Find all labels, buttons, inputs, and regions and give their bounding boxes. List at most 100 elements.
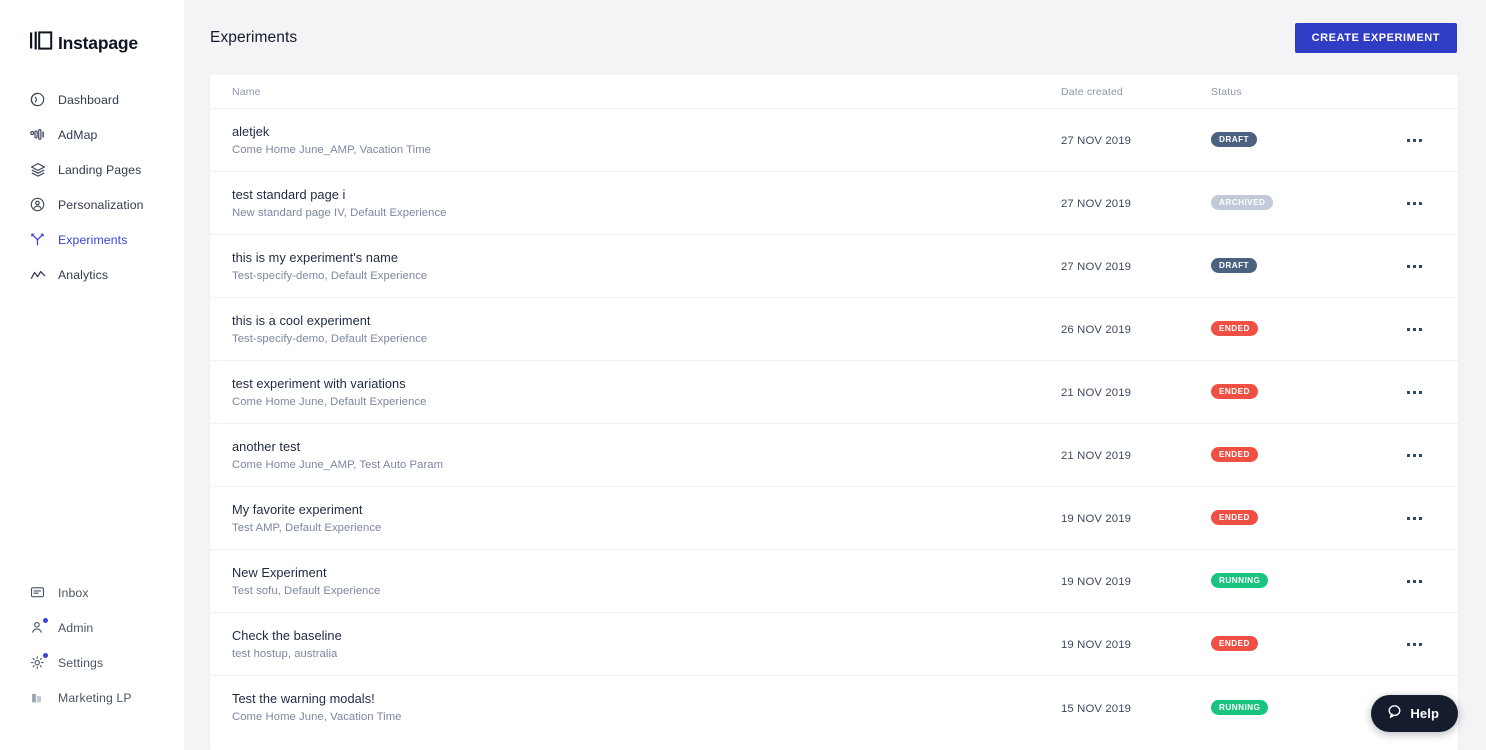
experiment-pages: New standard page IV, Default Experience	[232, 206, 447, 219]
cell-actions	[1376, 572, 1458, 591]
status-badge: ENDED	[1211, 384, 1258, 400]
experiment-pages: Test-specify-demo, Default Experience	[232, 269, 428, 282]
column-header-date[interactable]: Date created	[1061, 86, 1211, 98]
row-menu-icon[interactable]	[1401, 383, 1428, 402]
date-created-value: 19 NOV 2019	[1061, 576, 1132, 588]
cell-name[interactable]: Check the baseline test hostup, australia	[210, 627, 1061, 662]
cell-name[interactable]: aletjek Come Home June_AMP, Vacation Time	[210, 123, 1061, 158]
sidebar-item-personalization[interactable]: Personalization	[0, 187, 184, 222]
row-menu-icon[interactable]	[1401, 257, 1428, 276]
cell-date-created: 19 NOV 2019	[1061, 509, 1211, 527]
cell-status: ENDED	[1211, 509, 1376, 527]
sidebar-item-admap[interactable]: AdMap	[0, 117, 184, 152]
experiments-icon	[29, 231, 46, 248]
sidebar-item-experiments[interactable]: Experiments	[0, 222, 184, 257]
cell-name[interactable]: this is a cool experiment Test-specify-de…	[210, 312, 1061, 347]
table-row[interactable]: this is a cool experiment Test-specify-de…	[210, 298, 1458, 361]
experiment-pages: Test AMP, Default Experience	[232, 521, 382, 534]
experiment-pages: Test sofu, Default Experience	[232, 584, 381, 597]
status-badge: ENDED	[1211, 447, 1258, 463]
experiment-name: Test the warning modals!	[232, 691, 375, 706]
sidebar-item-dashboard[interactable]: Dashboard	[0, 82, 184, 117]
cell-date-created: 21 NOV 2019	[1061, 383, 1211, 401]
analytics-icon	[29, 266, 46, 283]
cell-name[interactable]: another test Come Home June_AMP, Test Aut…	[210, 438, 1061, 473]
cell-name[interactable]: this is my experiment's name Test-specify…	[210, 249, 1061, 284]
page-header: Experiments CREATE EXPERIMENT	[184, 0, 1486, 75]
cell-status: RUNNING	[1211, 572, 1376, 590]
sidebar-item-analytics[interactable]: Analytics	[0, 257, 184, 292]
status-badge: RUNNING	[1211, 699, 1269, 715]
instapage-logo[interactable]: Instapage	[0, 0, 184, 60]
row-menu-icon[interactable]	[1401, 194, 1428, 213]
table-row[interactable]: test standard page i New standard page IV…	[210, 172, 1458, 235]
cell-name[interactable]: Test the warning modals! Come Home June, …	[210, 690, 1061, 725]
table-row[interactable]: this is my experiment's name Test-specify…	[210, 235, 1458, 298]
status-badge: ENDED	[1211, 636, 1258, 652]
status-badge: RUNNING	[1211, 573, 1269, 589]
row-menu-icon[interactable]	[1401, 131, 1428, 150]
layers-icon	[29, 161, 46, 178]
help-widget-button[interactable]: Help	[1371, 695, 1458, 732]
table-row[interactable]: Check the baseline test hostup, australia…	[210, 613, 1458, 676]
table-row[interactable]: another test Come Home June_AMP, Test Aut…	[210, 424, 1458, 487]
dashboard-icon	[29, 91, 46, 108]
experiment-name: test standard page i	[232, 186, 346, 202]
chat-bubble-icon	[1386, 703, 1403, 725]
sidebar-item-inbox[interactable]: Inbox	[0, 575, 184, 610]
cell-actions	[1376, 131, 1458, 150]
table-row[interactable]: aletjek Come Home June_AMP, Vacation Time…	[210, 109, 1458, 172]
row-menu-icon[interactable]	[1401, 572, 1428, 591]
sidebar-item-label: Dashboard	[58, 92, 120, 107]
cell-name[interactable]: test standard page i New standard page IV…	[210, 186, 1061, 221]
sidebar-item-settings[interactable]: Settings	[0, 645, 184, 680]
column-header-status[interactable]: Status	[1211, 86, 1376, 98]
row-menu-icon[interactable]	[1401, 635, 1428, 654]
column-header-name[interactable]: Name	[210, 86, 1061, 98]
row-menu-icon[interactable]	[1401, 509, 1428, 528]
date-created-value: 21 NOV 2019	[1061, 450, 1132, 462]
table-row[interactable]: My favorite experiment Test AMP, Default …	[210, 487, 1458, 550]
cell-date-created: 19 NOV 2019	[1061, 635, 1211, 653]
table-row[interactable]: New Experiment Test sofu, Default Experie…	[210, 550, 1458, 613]
cell-date-created: 26 NOV 2019	[1061, 320, 1211, 338]
cell-date-created: 27 NOV 2019	[1061, 194, 1211, 212]
cell-status: ENDED	[1211, 446, 1376, 464]
admap-icon	[29, 126, 46, 143]
experiment-name: this is a cool experiment	[232, 312, 371, 328]
sidebar-item-landing-pages[interactable]: Landing Pages	[0, 152, 184, 187]
status-badge: ENDED	[1211, 510, 1258, 526]
cell-status: RUNNING	[1211, 699, 1376, 717]
date-created-value: 19 NOV 2019	[1061, 639, 1132, 651]
app-root: Instapage Dashboard AdMap Landing Pages …	[0, 0, 1486, 750]
experiment-pages: Come Home June, Vacation Time	[232, 711, 402, 723]
table-row[interactable]: test experiment with variations Come Home…	[210, 361, 1458, 424]
sidebar-item-admin[interactable]: Admin	[0, 610, 184, 645]
sidebar-item-label: Analytics	[58, 267, 109, 282]
table-row[interactable]: Test the warning modals! Come Home June, …	[210, 676, 1458, 739]
cell-date-created: 19 NOV 2019	[1061, 572, 1211, 590]
cell-name[interactable]: New Experiment Test sofu, Default Experie…	[210, 564, 1061, 599]
experiment-name: Check the baseline	[232, 627, 342, 643]
cell-actions	[1376, 194, 1458, 213]
cell-date-created: 27 NOV 2019	[1061, 131, 1211, 149]
sidebar-item-marketing-lp[interactable]: Marketing LP	[0, 680, 184, 715]
cell-name[interactable]: test experiment with variations Come Home…	[210, 375, 1061, 410]
row-menu-icon[interactable]	[1401, 320, 1428, 339]
date-created-value: 27 NOV 2019	[1061, 261, 1132, 273]
experiment-name: test experiment with variations	[232, 375, 406, 391]
date-created-value: 27 NOV 2019	[1061, 135, 1132, 147]
cell-status: DRAFT	[1211, 257, 1376, 275]
status-badge: ENDED	[1211, 321, 1258, 337]
status-badge: DRAFT	[1211, 258, 1257, 274]
create-experiment-button[interactable]: CREATE EXPERIMENT	[1294, 22, 1457, 53]
cell-date-created: 27 NOV 2019	[1061, 257, 1211, 275]
cell-status: ENDED	[1211, 320, 1376, 338]
cell-name[interactable]: My favorite experiment Test AMP, Default …	[210, 501, 1061, 536]
cell-actions	[1376, 509, 1458, 528]
building-icon	[29, 689, 46, 706]
row-menu-icon[interactable]	[1401, 446, 1428, 465]
experiment-name: this is my experiment's name	[232, 249, 398, 265]
admin-icon	[29, 618, 48, 636]
main-content: Experiments CREATE EXPERIMENT Name Date …	[184, 0, 1486, 750]
